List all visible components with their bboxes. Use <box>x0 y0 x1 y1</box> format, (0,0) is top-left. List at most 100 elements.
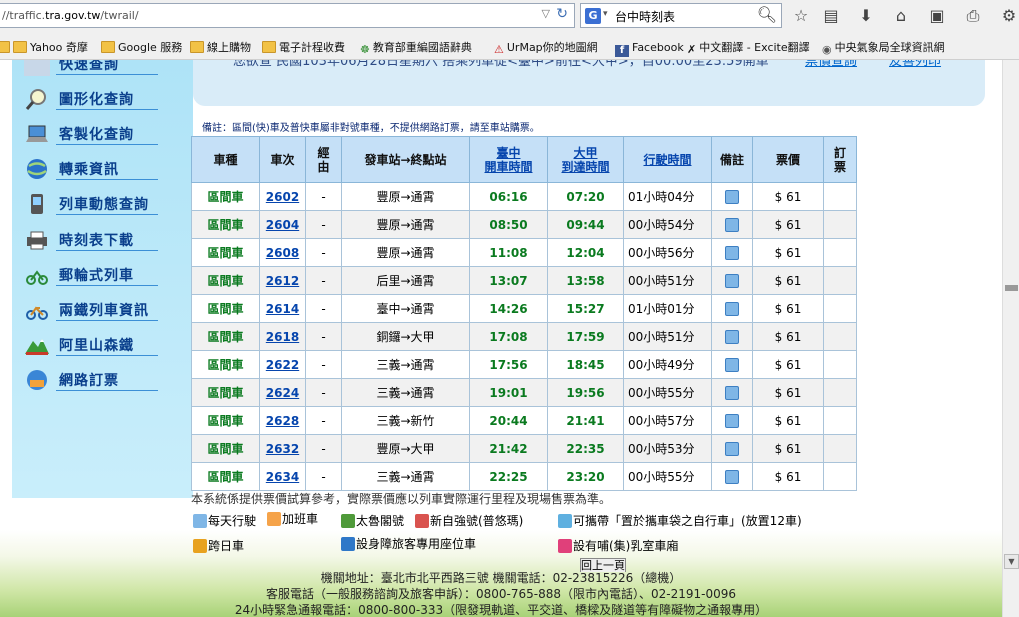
train-number-link[interactable]: 2612 <box>259 266 306 295</box>
train-number-link[interactable]: 2618 <box>259 322 306 351</box>
train-number[interactable]: 2614 <box>266 302 299 316</box>
engine-dropdown-icon[interactable]: ▾ <box>603 9 608 19</box>
bookmark-item[interactable]: Google 服務 <box>101 40 182 56</box>
departure-sort-link[interactable]: 臺中 開車時間 <box>484 146 532 174</box>
train-number[interactable]: 2618 <box>266 330 299 344</box>
bookmark-label: 電子計程收費 <box>279 41 345 54</box>
remark-icon <box>711 294 753 323</box>
wheelchair-icon <box>341 537 355 551</box>
bookmark-item[interactable]: 線上購物 <box>190 40 251 56</box>
train-number-link[interactable]: 2604 <box>259 210 306 239</box>
sidebar-item-bike-train[interactable]: 兩鐵列車資訊 <box>18 296 188 326</box>
extra-train-icon <box>267 512 281 526</box>
remark-icon <box>711 462 753 491</box>
via: - <box>305 434 342 463</box>
sidebar-item-train-status[interactable]: 列車動態查詢 <box>18 190 188 220</box>
departure-time: 19:01 <box>469 378 548 407</box>
bookmark-label: 教育部重編國語辭典 <box>372 41 472 54</box>
col-via: 經由 <box>305 136 342 183</box>
sidebar-item-alishan[interactable]: 阿里山森鐵 <box>18 331 188 361</box>
addon-icon[interactable]: ▣ <box>926 6 948 26</box>
table-row: 區間車 2608- 豐原→通霄 11:08 12:04 00小時56分 $ 61 <box>191 238 857 267</box>
bookmark-item[interactable]: ✗ 中文翻譯 - Excite翻譯 <box>687 40 810 56</box>
departure-time: 21:42 <box>469 434 548 463</box>
duration: 00小時54分 <box>623 210 712 239</box>
reload-icon[interactable]: ↻ <box>556 6 568 22</box>
bookmark-item[interactable]: 電子計程收費 <box>262 40 345 56</box>
browser-chrome: //traffic.tra.gov.tw/twrail/ ▽ ↻ G ▾ 台中時… <box>0 0 1019 60</box>
search-icon[interactable]: 🔍︎ <box>757 5 777 24</box>
via: - <box>305 406 342 435</box>
col-route: 發車站→終點站 <box>341 136 470 183</box>
scroll-down-arrow[interactable]: ▼ <box>1004 554 1019 569</box>
daily-icon <box>725 273 739 288</box>
fare-query-link[interactable]: 票價查詢 <box>805 60 857 69</box>
sidebar-item-graphic-search[interactable]: 圖形化查詢 <box>18 85 188 115</box>
bookmark-star-icon[interactable]: ☆ <box>790 6 812 26</box>
bookmark-item[interactable]: ◉ 中央氣象局全球資訊網 <box>822 40 945 56</box>
train-number[interactable]: 2612 <box>266 274 299 288</box>
print-friendly-link[interactable]: 友善列印 <box>889 60 941 69</box>
train-number[interactable]: 2624 <box>266 386 299 400</box>
col-departure[interactable]: 臺中 開車時間 <box>469 136 548 183</box>
train-number[interactable]: 2604 <box>266 218 299 232</box>
address-bar[interactable]: //traffic.tra.gov.tw/twrail/ ▽ ↻ <box>0 3 575 28</box>
sidebar-item-timetable-download[interactable]: 時刻表下載 <box>18 226 188 256</box>
route: 豐原→通霄 <box>341 182 470 211</box>
train-number[interactable]: 2632 <box>266 442 299 456</box>
moe-icon: ☸ <box>360 43 370 56</box>
search-bar[interactable]: G ▾ 台中時刻表 🔍︎ <box>580 3 782 28</box>
bookmark-item[interactable]: ⚠ UrMap你的地圖網 <box>494 40 598 56</box>
sidebar-item-custom-search[interactable]: 客製化查詢 <box>18 120 188 150</box>
sidebar-item-online-booking[interactable]: 網路訂票 <box>18 366 188 396</box>
col-arrival[interactable]: 大甲 到達時間 <box>547 136 624 183</box>
taroko-icon <box>341 514 355 528</box>
sidebar-item-transfer[interactable]: 轉乘資訊 <box>18 155 188 185</box>
globe-icon <box>27 159 47 179</box>
gear-icon[interactable]: ⚙ <box>998 6 1019 26</box>
legend-wheelchair: 設身障旅客專用座位車 <box>341 535 476 552</box>
search-input[interactable]: 台中時刻表 <box>615 8 675 25</box>
search-engine-icon[interactable]: G <box>585 8 601 24</box>
bookmark-item[interactable]: f Facebook <box>615 40 684 57</box>
fare: $ 61 <box>752 406 824 435</box>
fare: $ 61 <box>752 294 824 323</box>
download-icon[interactable]: ⬇ <box>855 6 877 26</box>
arrival-time: 21:41 <box>547 406 624 435</box>
train-number[interactable]: 2608 <box>266 246 299 260</box>
bookmark-item[interactable]: ☸ 教育部重編國語辭典 <box>360 40 472 56</box>
arrival-sort-link[interactable]: 大甲 到達時間 <box>561 146 609 174</box>
train-number-link[interactable]: 2622 <box>259 350 306 379</box>
train-number[interactable]: 2602 <box>266 190 299 204</box>
table-row: 區間車 2602- 豐原→通霄 06:16 07:20 01小時04分 $ 61 <box>191 182 857 211</box>
vertical-scrollbar[interactable]: ▼ <box>1002 60 1019 617</box>
train-number-link[interactable]: 2624 <box>259 378 306 407</box>
train-number-link[interactable]: 2634 <box>259 462 306 491</box>
train-number-link[interactable]: 2614 <box>259 294 306 323</box>
sidebar-item-cruise-train[interactable]: 郵輪式列車 <box>18 261 188 291</box>
dropdown-icon[interactable]: ▽ <box>542 7 550 20</box>
bookmark-folder-icon[interactable] <box>0 40 13 56</box>
train-number-link[interactable]: 2632 <box>259 434 306 463</box>
bookmark-item[interactable]: Yahoo 奇摩 <box>13 40 88 56</box>
train-number-link[interactable]: 2628 <box>259 406 306 435</box>
sidebar-item-quick-search[interactable]: 快速查詢 <box>18 60 188 80</box>
arrival-time: 15:27 <box>547 294 624 323</box>
print-icon[interactable]: ⎙ <box>962 6 984 26</box>
scrollbar-thumb[interactable] <box>1005 285 1018 291</box>
folder-icon <box>262 41 276 53</box>
train-number-link[interactable]: 2608 <box>259 238 306 267</box>
train-number[interactable]: 2622 <box>266 358 299 372</box>
home-icon[interactable]: ⌂ <box>890 6 912 26</box>
train-number[interactable]: 2628 <box>266 414 299 428</box>
col-duration[interactable]: 行駛時間 <box>623 136 712 183</box>
duration-sort-link[interactable]: 行駛時間 <box>643 153 691 167</box>
legend-nursing: 設有哺(集)乳室車廂 <box>558 537 678 554</box>
train-number-link[interactable]: 2602 <box>259 182 306 211</box>
departure-time: 22:25 <box>469 462 548 491</box>
sidebar-item-label: 轉乘資訊 <box>59 162 119 178</box>
via: - <box>305 350 342 379</box>
train-number[interactable]: 2634 <box>266 470 299 484</box>
bookmarks-list-icon[interactable]: ▤ <box>820 6 842 26</box>
daily-icon <box>725 413 739 428</box>
